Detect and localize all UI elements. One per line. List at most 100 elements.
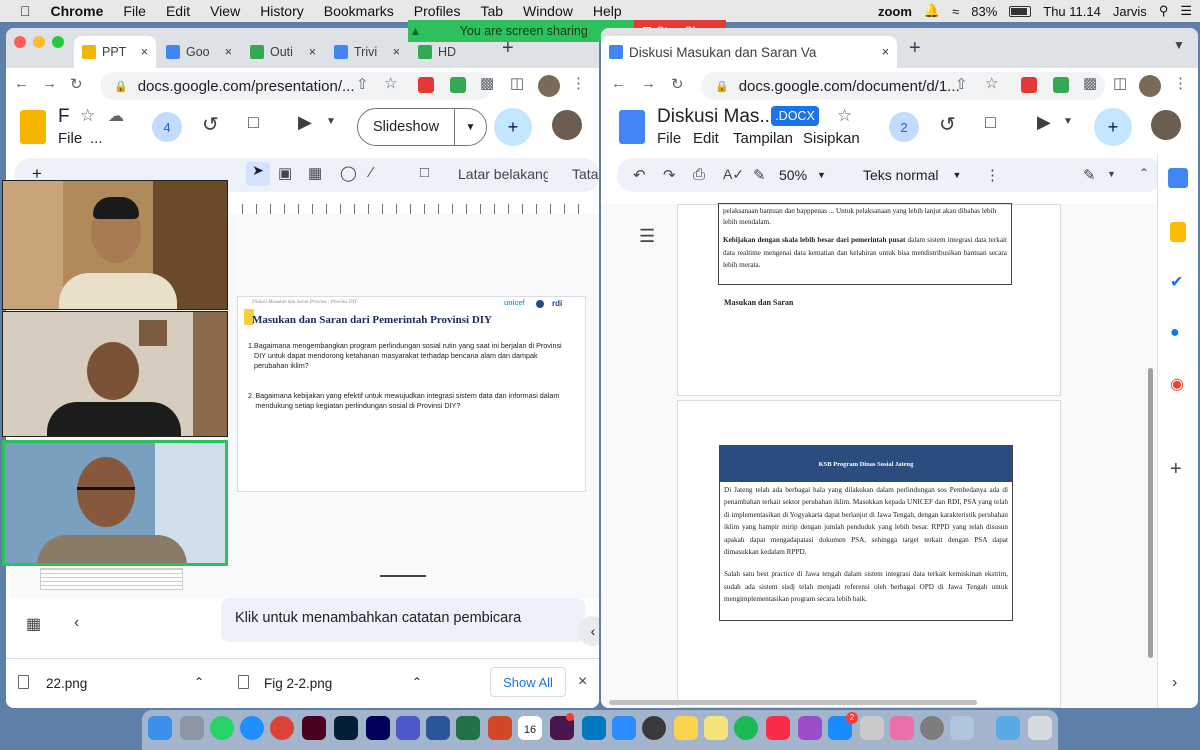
zoom-select[interactable]: 50% ▼ bbox=[779, 167, 845, 183]
paint-format-icon[interactable]: ✎ bbox=[753, 166, 766, 184]
search-icon[interactable]: ⚲ bbox=[1159, 3, 1169, 19]
powerpoint-icon[interactable] bbox=[488, 716, 512, 740]
doc-title[interactable]: Diskusi Mas... bbox=[657, 106, 775, 128]
menu-edit[interactable]: Edit bbox=[693, 130, 719, 147]
bell-icon[interactable]: 🔔 bbox=[924, 3, 940, 19]
history-icon[interactable]: ↺ bbox=[939, 112, 956, 137]
reload-icon[interactable]: ↻ bbox=[70, 75, 83, 93]
menu-bookmarks[interactable]: Bookmarks bbox=[324, 3, 394, 19]
address-bar[interactable]: 🔒 docs.google.com/document/d/1... bbox=[701, 72, 1105, 100]
new-tab-icon[interactable]: + bbox=[909, 37, 921, 60]
whatsapp-icon[interactable] bbox=[210, 716, 234, 740]
close-icon[interactable]: × bbox=[309, 45, 316, 59]
comment-add-icon[interactable]: □ bbox=[420, 164, 429, 181]
video-participant-3[interactable] bbox=[2, 440, 228, 566]
tab-search-icon[interactable]: ▼ bbox=[1173, 38, 1185, 52]
slide-thumbnail[interactable] bbox=[40, 568, 183, 590]
outline-icon[interactable]: ☰ bbox=[639, 226, 655, 247]
spotify-icon[interactable] bbox=[734, 716, 758, 740]
document-page-2[interactable]: KSB Program Dinas Sosial Jateng Di Jaten… bbox=[677, 400, 1061, 708]
finder-icon[interactable] bbox=[148, 716, 172, 740]
chevron-right-icon[interactable]: › bbox=[1172, 674, 1177, 692]
forward-icon[interactable]: → bbox=[42, 75, 57, 92]
back-icon[interactable]: ← bbox=[14, 75, 29, 92]
zoom-status-icon[interactable]: zoom bbox=[878, 4, 912, 19]
menu-overflow[interactable]: ... bbox=[90, 130, 103, 147]
keep-icon[interactable] bbox=[1170, 222, 1186, 242]
menu-file[interactable]: File bbox=[657, 130, 681, 147]
launchpad-icon[interactable] bbox=[180, 716, 204, 740]
share-button[interactable]: + bbox=[1094, 108, 1132, 146]
speaker-notes[interactable]: Klik untuk menambahkan catatan pembicara bbox=[221, 598, 585, 642]
preview-icon[interactable] bbox=[950, 716, 974, 740]
menu-file[interactable]: File bbox=[123, 3, 146, 19]
more-tools-icon[interactable]: ⋮ bbox=[985, 166, 1000, 184]
extension-icon[interactable] bbox=[1021, 77, 1037, 93]
teams-icon[interactable] bbox=[396, 716, 420, 740]
chevron-down-icon[interactable]: ▼ bbox=[1107, 169, 1116, 179]
user-name[interactable]: Jarvis bbox=[1113, 4, 1147, 19]
share-icon[interactable]: ⇧ bbox=[356, 75, 369, 93]
folder-icon[interactable] bbox=[996, 716, 1020, 740]
control-center-icon[interactable]: ☰ bbox=[1180, 3, 1192, 19]
vertical-scrollbar[interactable] bbox=[1148, 368, 1153, 658]
star-icon[interactable]: ☆ bbox=[837, 106, 852, 126]
battery-icon[interactable] bbox=[1009, 5, 1032, 17]
horizontal-scrollbar[interactable] bbox=[609, 700, 977, 705]
menu-insert[interactable]: Sisipkan bbox=[803, 130, 860, 147]
tab-ppt[interactable]: PPT × bbox=[74, 36, 156, 68]
menu-view[interactable]: Tampilan bbox=[733, 130, 793, 147]
video-participant-1[interactable] bbox=[2, 180, 228, 310]
menu-view[interactable]: View bbox=[210, 3, 240, 19]
stickies-icon[interactable] bbox=[704, 716, 728, 740]
user-avatar[interactable] bbox=[1151, 110, 1181, 140]
excel-icon[interactable] bbox=[456, 716, 480, 740]
close-downloads-icon[interactable]: × bbox=[578, 673, 587, 691]
puzzle-icon[interactable]: ▩ bbox=[480, 74, 494, 92]
menu-window[interactable]: Window bbox=[523, 3, 573, 19]
maximize-dot[interactable] bbox=[52, 36, 64, 48]
apple-icon[interactable]:  bbox=[20, 3, 31, 19]
puzzle-icon[interactable]: ▩ bbox=[1083, 74, 1097, 92]
tab-outline[interactable]: Outi × bbox=[242, 36, 324, 68]
slides-logo-icon[interactable] bbox=[20, 110, 46, 144]
download-file-1[interactable]: 22.png bbox=[46, 676, 87, 691]
more-icon[interactable]: ⋮ bbox=[1173, 74, 1188, 92]
image-icon[interactable]: ▦ bbox=[308, 164, 322, 182]
calendar-app-icon[interactable]: 16 bbox=[518, 716, 542, 740]
close-icon[interactable]: × bbox=[393, 45, 400, 59]
star-icon[interactable]: ☆ bbox=[80, 106, 95, 126]
back-icon[interactable]: ← bbox=[611, 75, 626, 92]
share-button[interactable]: + bbox=[494, 108, 532, 146]
document-page-1[interactable]: pelaksanaan bantuan dan bapppenas ... Un… bbox=[677, 203, 1061, 396]
comment-icon[interactable]: □ bbox=[985, 112, 996, 133]
print-icon[interactable]: ⎙ bbox=[693, 166, 705, 183]
extension-icon[interactable] bbox=[418, 77, 434, 93]
profile-avatar[interactable] bbox=[1139, 75, 1161, 97]
notes-resize-handle[interactable] bbox=[380, 575, 426, 577]
cursor-select-icon[interactable]: ➤ bbox=[246, 162, 270, 186]
forward-icon[interactable]: → bbox=[641, 75, 656, 92]
menu-history[interactable]: History bbox=[260, 3, 304, 19]
tasks-icon[interactable]: ✔ bbox=[1170, 272, 1183, 292]
photo-app-icon[interactable] bbox=[890, 716, 914, 740]
menu-app-name[interactable]: Chrome bbox=[51, 3, 104, 19]
extension-icon[interactable] bbox=[1053, 77, 1069, 93]
word-icon[interactable] bbox=[426, 716, 450, 740]
photoshop-icon[interactable] bbox=[334, 716, 358, 740]
bookmark-star-icon[interactable]: ☆ bbox=[985, 74, 998, 92]
collaborators-count[interactable]: 2 bbox=[889, 112, 919, 142]
reload-icon[interactable]: ↻ bbox=[671, 75, 684, 93]
menu-tab[interactable]: Tab bbox=[480, 3, 503, 19]
safari-icon[interactable] bbox=[240, 716, 264, 740]
grid-view-icon[interactable]: ▦ bbox=[26, 614, 41, 634]
chevron-up-icon[interactable]: ⌃ bbox=[412, 675, 422, 689]
undo-icon[interactable]: ↶ bbox=[633, 166, 646, 184]
add-addon-icon[interactable]: + bbox=[1170, 458, 1182, 481]
chrome-icon[interactable] bbox=[270, 716, 294, 740]
menu-file[interactable]: File bbox=[58, 130, 82, 147]
premiere-icon[interactable] bbox=[366, 716, 390, 740]
close-dot[interactable] bbox=[14, 36, 26, 48]
video-participant-2[interactable] bbox=[2, 311, 228, 437]
collapse-panel-button[interactable]: ‹ bbox=[578, 616, 599, 646]
